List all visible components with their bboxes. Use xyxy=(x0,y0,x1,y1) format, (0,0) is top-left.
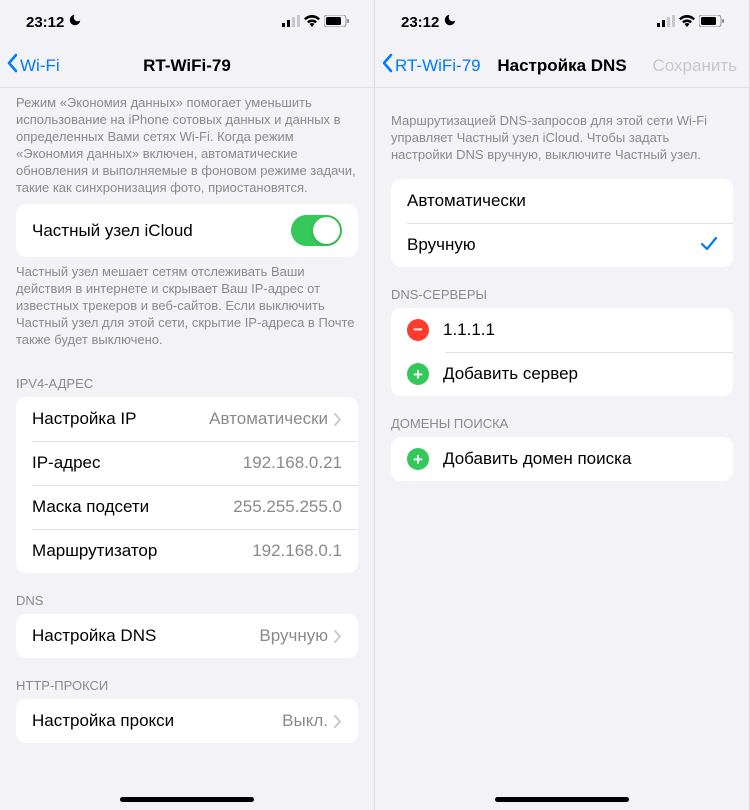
cellular-icon xyxy=(282,14,300,31)
home-indicator[interactable] xyxy=(120,797,254,802)
dns-group: Настройка DNS Вручную xyxy=(16,614,358,658)
dns-config-label: Настройка DNS xyxy=(32,626,259,646)
content-scroll[interactable]: Режим «Экономия данных» помогает уменьши… xyxy=(0,88,374,810)
add-server-row[interactable]: + Добавить сервер xyxy=(391,352,733,396)
router-row: Маршрутизатор 192.168.0.1 xyxy=(16,529,358,573)
do-not-disturb-icon xyxy=(443,13,457,31)
nav-bar: Wi-Fi RT-WiFi-79 xyxy=(0,44,374,88)
dns-servers-group: − 1.1.1.1 + Добавить сервер xyxy=(391,308,733,396)
add-domain-row[interactable]: + Добавить домен поиска xyxy=(391,437,733,481)
proxy-header: HTTP-ПРОКСИ xyxy=(0,658,374,699)
private-relay-row[interactable]: Частный узел iCloud xyxy=(16,204,358,257)
dns-header: DNS xyxy=(0,573,374,614)
add-icon[interactable]: + xyxy=(407,363,429,385)
ip-config-label: Настройка IP xyxy=(32,409,209,429)
back-label: Wi-Fi xyxy=(20,56,60,76)
chevron-back-icon xyxy=(381,53,393,78)
private-relay-label: Частный узел iCloud xyxy=(32,221,291,241)
chevron-right-icon xyxy=(334,413,342,426)
content-scroll[interactable]: Маршрутизацией DNS-запросов для этой сет… xyxy=(375,88,749,810)
proxy-config-value: Выкл. xyxy=(282,711,328,731)
back-button[interactable]: Wi-Fi xyxy=(6,53,60,78)
ip-address-row: IP-адрес 192.168.0.21 xyxy=(16,441,358,485)
mode-manual-row[interactable]: Вручную xyxy=(391,223,733,267)
mode-auto-row[interactable]: Автоматически xyxy=(391,179,733,223)
chevron-right-icon xyxy=(334,715,342,728)
ip-address-label: IP-адрес xyxy=(32,453,243,473)
do-not-disturb-icon xyxy=(68,13,82,31)
wifi-icon xyxy=(304,14,320,31)
checkmark-icon xyxy=(701,235,717,256)
wifi-icon xyxy=(679,14,695,31)
battery-icon xyxy=(324,14,350,31)
ipv4-header: IPV4-АДРЕС xyxy=(0,356,374,397)
chevron-back-icon xyxy=(6,53,18,78)
private-relay-toggle[interactable] xyxy=(291,215,342,246)
private-relay-group: Частный узел iCloud xyxy=(16,204,358,257)
mode-auto-label: Автоматически xyxy=(407,191,717,211)
subnet-value: 255.255.255.0 xyxy=(233,497,342,517)
remove-icon[interactable]: − xyxy=(407,319,429,341)
cellular-icon xyxy=(657,14,675,31)
ip-config-value: Автоматически xyxy=(209,409,328,429)
chevron-right-icon xyxy=(334,630,342,643)
search-domains-header: ДОМЕНЫ ПОИСКА xyxy=(375,396,749,437)
dns-config-value: Вручную xyxy=(259,626,328,646)
status-time: 23:12 xyxy=(401,14,439,31)
phone-left: 23:12 Wi-Fi RT-WiFi-79 Режим «Эк xyxy=(0,0,375,810)
dns-server-row[interactable]: − 1.1.1.1 xyxy=(391,308,733,352)
add-server-label: Добавить сервер xyxy=(443,364,717,384)
battery-icon xyxy=(699,14,725,31)
dns-servers-header: DNS-СЕРВЕРЫ xyxy=(375,267,749,308)
router-value: 192.168.0.1 xyxy=(252,541,342,561)
proxy-config-row[interactable]: Настройка прокси Выкл. xyxy=(16,699,358,743)
dns-server-value: 1.1.1.1 xyxy=(443,320,717,340)
data-saver-footer: Режим «Экономия данных» помогает уменьши… xyxy=(0,88,374,204)
status-bar: 23:12 xyxy=(375,0,749,44)
dns-intro-footer: Маршрутизацией DNS-запросов для этой сет… xyxy=(375,88,749,171)
back-label: RT-WiFi-79 xyxy=(395,56,481,76)
dns-config-row[interactable]: Настройка DNS Вручную xyxy=(16,614,358,658)
ip-config-row[interactable]: Настройка IP Автоматически xyxy=(16,397,358,441)
router-label: Маршрутизатор xyxy=(32,541,252,561)
status-bar: 23:12 xyxy=(0,0,374,44)
mode-manual-label: Вручную xyxy=(407,235,701,255)
add-domain-label: Добавить домен поиска xyxy=(443,449,717,469)
dns-mode-group: Автоматически Вручную xyxy=(391,179,733,267)
subnet-label: Маска подсети xyxy=(32,497,233,517)
page-title: RT-WiFi-79 xyxy=(143,56,231,76)
proxy-config-label: Настройка прокси xyxy=(32,711,282,731)
private-relay-footer: Частный узел мешает сетям отслеживать Ва… xyxy=(0,257,374,356)
phone-right: 23:12 RT-WiFi-79 Настройка DNS Сохранит xyxy=(375,0,750,810)
status-time: 23:12 xyxy=(26,14,64,31)
save-button[interactable]: Сохранить xyxy=(653,56,737,76)
page-title: Настройка DNS xyxy=(497,56,626,76)
proxy-group: Настройка прокси Выкл. xyxy=(16,699,358,743)
add-icon[interactable]: + xyxy=(407,448,429,470)
ipv4-group: Настройка IP Автоматически IP-адрес 192.… xyxy=(16,397,358,573)
back-button[interactable]: RT-WiFi-79 xyxy=(381,53,481,78)
subnet-row: Маска подсети 255.255.255.0 xyxy=(16,485,358,529)
ip-address-value: 192.168.0.21 xyxy=(243,453,342,473)
home-indicator[interactable] xyxy=(495,797,629,802)
nav-bar: RT-WiFi-79 Настройка DNS Сохранить xyxy=(375,44,749,88)
search-domains-group: + Добавить домен поиска xyxy=(391,437,733,481)
